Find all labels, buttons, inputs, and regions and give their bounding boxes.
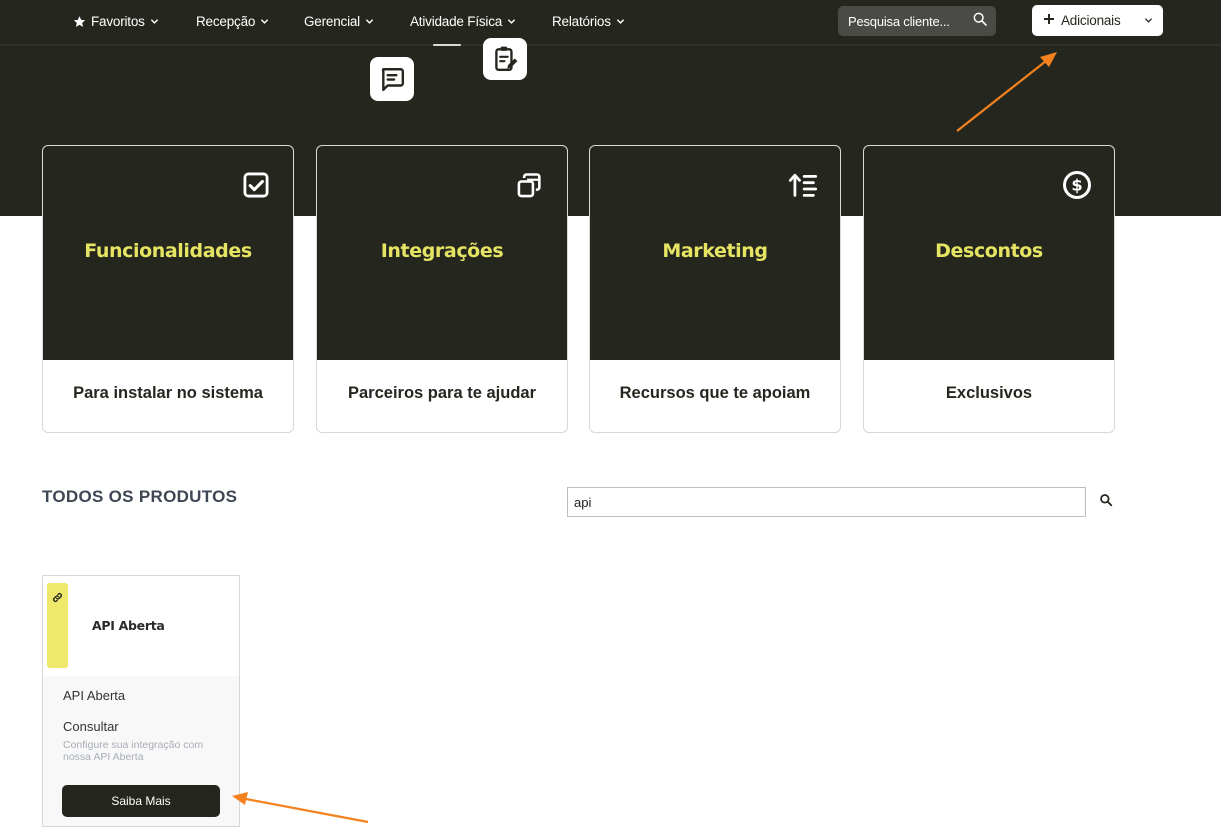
client-search-box: [838, 6, 996, 36]
category-title: Descontos: [935, 240, 1043, 262]
nav-item-recepcao[interactable]: Recepção: [196, 0, 269, 42]
category-card-descontos[interactable]: $ Descontos Exclusivos: [863, 145, 1115, 433]
product-name: API Aberta: [63, 688, 126, 703]
star-icon: [73, 15, 86, 28]
product-action: Consultar: [63, 719, 119, 734]
product-thumbnail: API Aberta: [43, 576, 239, 676]
link-icon: [52, 590, 63, 608]
client-search-input[interactable]: [848, 13, 960, 29]
category-title: Integrações: [380, 240, 504, 262]
category-card-header: Funcionalidades: [43, 146, 293, 360]
category-card-integracoes[interactable]: Integrações Parceiros para te ajudar: [316, 145, 568, 433]
svg-text:$: $: [1071, 176, 1082, 195]
section-title: TODOS OS PRODUTOS: [42, 487, 238, 506]
product-tag: [47, 583, 68, 668]
nav-label: Favoritos: [91, 13, 145, 29]
category-subtitle: Exclusivos: [945, 384, 1033, 402]
chevron-down-icon: [365, 17, 374, 26]
saiba-mais-button[interactable]: Saiba Mais: [62, 785, 220, 817]
product-description: Configure sua integração com nossa API A…: [63, 739, 204, 763]
adicionais-dropdown-button[interactable]: Adicionais: [1032, 5, 1163, 36]
category-subtitle: Parceiros para te ajudar: [347, 384, 536, 402]
nav-label: Atividade Física: [410, 13, 503, 29]
nav-item-favoritos[interactable]: Favoritos: [73, 0, 159, 42]
chevron-down-icon: [616, 17, 625, 26]
chevron-down-icon: [150, 17, 159, 26]
adicionais-label: Adicionais: [1061, 13, 1121, 28]
top-navbar: Favoritos Recepção Gerencial Atividade F…: [0, 0, 1221, 44]
category-subtitle: Recursos que te apoiam: [619, 384, 811, 402]
category-card-funcionalidades[interactable]: Funcionalidades Para instalar no sistema: [42, 145, 294, 433]
product-card: API Aberta API Aberta Consultar Configur…: [42, 575, 240, 827]
chat-message-icon[interactable]: [370, 57, 414, 101]
sort-up-icon: [788, 170, 818, 200]
product-thumbnail-title: API Aberta: [92, 618, 165, 633]
dollar-circle-icon: $: [1062, 170, 1092, 200]
checkbox-icon: [241, 170, 271, 200]
page: Favoritos Recepção Gerencial Atividade F…: [0, 0, 1221, 839]
plus-icon: [1043, 13, 1055, 28]
chevron-down-icon: [507, 17, 516, 26]
nav-item-atividade-fisica[interactable]: Atividade Física: [410, 0, 516, 42]
category-subtitle: Para instalar no sistema: [73, 384, 263, 402]
category-card-header: Marketing: [590, 146, 840, 360]
chevron-down-icon: [260, 17, 269, 26]
clipboard-edit-icon[interactable]: [483, 38, 527, 80]
divider: [0, 44, 1221, 46]
search-icon[interactable]: [972, 11, 988, 32]
category-card-header: Integrações: [317, 146, 567, 360]
category-card-header: $ Descontos: [864, 146, 1114, 360]
search-icon[interactable]: [1099, 493, 1115, 509]
chevron-down-icon: [1144, 13, 1153, 28]
divider: [433, 44, 461, 46]
category-card-marketing[interactable]: Marketing Recursos que te apoiam: [589, 145, 841, 433]
annotation-arrow: [232, 792, 369, 824]
nav-label: Gerencial: [304, 13, 360, 29]
category-title: Marketing: [662, 240, 768, 262]
nav-label: Relatórios: [552, 13, 611, 29]
copy-stack-icon: [515, 170, 545, 200]
nav-item-relatorios[interactable]: Relatórios: [552, 0, 625, 42]
category-title: Funcionalidades: [84, 240, 252, 262]
nav-item-gerencial[interactable]: Gerencial: [304, 0, 374, 42]
nav-label: Recepção: [196, 13, 256, 29]
product-search-input[interactable]: [567, 487, 1086, 517]
